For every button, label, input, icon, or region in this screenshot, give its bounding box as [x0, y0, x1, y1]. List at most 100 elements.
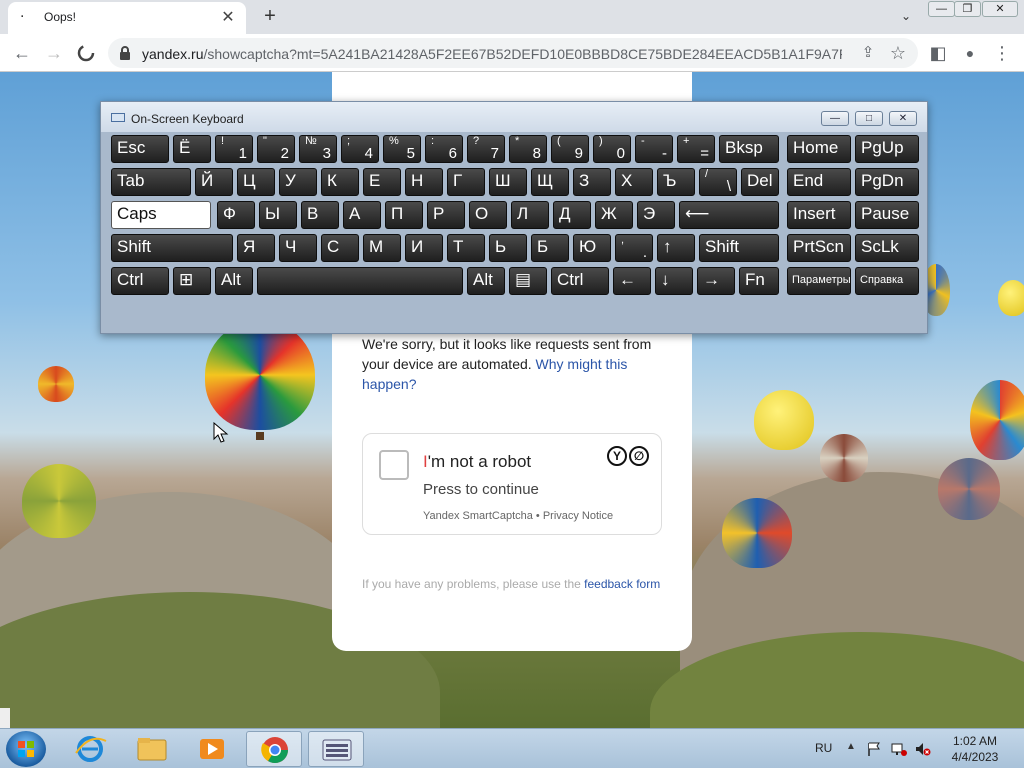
volume-muted-icon[interactable] — [914, 741, 932, 757]
osk-key-del[interactable]: Del — [741, 168, 779, 196]
taskbar-media-player-icon[interactable] — [184, 731, 240, 767]
osk-key-ь[interactable]: Ь — [489, 234, 527, 262]
osk-key-ю[interactable]: Ю — [573, 234, 611, 262]
osk-key-о[interactable]: О — [469, 201, 507, 229]
osk-key-bksp[interactable]: Bksp — [719, 135, 779, 163]
stop-loading-icon[interactable] — [74, 41, 98, 65]
back-arrow-icon[interactable]: ← — [10, 41, 34, 65]
osk-key-ш[interactable]: Ш — [489, 168, 527, 196]
osk-key-caps[interactable]: Caps — [111, 201, 211, 229]
osk-key-8[interactable]: * 8 — [509, 135, 547, 163]
osk-key-pgup[interactable]: PgUp — [855, 135, 919, 163]
chrome-menu-icon[interactable]: ⋮ — [990, 41, 1014, 65]
osk-key--[interactable]: ↓ — [655, 267, 693, 295]
osk-key-ж[interactable]: Ж — [595, 201, 633, 229]
osk-key--[interactable]: ⟵ — [679, 201, 779, 229]
osk-key-л[interactable]: Л — [511, 201, 549, 229]
osk-key--[interactable]: ← — [613, 267, 651, 295]
new-tab-button[interactable]: + — [258, 4, 282, 28]
osk-key--[interactable]: ,. — [615, 234, 653, 262]
osk-key-0[interactable]: ) 0 — [593, 135, 631, 163]
start-button[interactable] — [6, 731, 46, 767]
window-minimize-button[interactable]: — — [928, 1, 955, 17]
osk-key-2[interactable]: " 2 — [257, 135, 295, 163]
osk-key--[interactable]: → — [697, 267, 735, 295]
bookmark-star-icon[interactable]: ☆ — [886, 41, 910, 65]
osk-key-справка[interactable]: Справка — [855, 267, 919, 295]
osk-key-prtscn[interactable]: PrtScn — [787, 234, 851, 262]
osk-key-д[interactable]: Д — [553, 201, 591, 229]
osk-titlebar[interactable]: On-Screen Keyboard — □ ✕ — [101, 102, 927, 132]
osk-key--[interactable]: + = — [677, 135, 715, 163]
osk-key-щ[interactable]: Щ — [531, 168, 569, 196]
osk-key-4[interactable]: ; 4 — [341, 135, 379, 163]
forward-arrow-icon[interactable]: → — [42, 41, 66, 65]
osk-key-м[interactable]: М — [363, 234, 401, 262]
osk-key-параметры[interactable]: Параметры — [787, 267, 851, 295]
osk-key-ctrl[interactable]: Ctrl — [111, 267, 169, 295]
osk-key-shift[interactable]: Shift — [699, 234, 779, 262]
network-icon[interactable] — [890, 741, 908, 757]
osk-key-б[interactable]: Б — [531, 234, 569, 262]
osk-key-end[interactable]: End — [787, 168, 851, 196]
osk-key-ч[interactable]: Ч — [279, 234, 317, 262]
osk-key--[interactable]: ▤ — [509, 267, 547, 295]
osk-key-и[interactable]: И — [405, 234, 443, 262]
osk-key-insert[interactable]: Insert — [787, 201, 851, 229]
captcha-footer[interactable]: Yandex SmartCaptcha • Privacy Notice — [423, 510, 613, 522]
tab-search-icon[interactable]: ⌄ — [896, 6, 916, 26]
window-close-button[interactable]: ✕ — [982, 1, 1018, 17]
osk-key-ф[interactable]: Ф — [217, 201, 255, 229]
osk-key--[interactable]: -- — [635, 135, 673, 163]
osk-key-ц[interactable]: Ц — [237, 168, 275, 196]
osk-key-space[interactable] — [257, 267, 463, 295]
osk-key-п[interactable]: П — [385, 201, 423, 229]
osk-key-home[interactable]: Home — [787, 135, 851, 163]
osk-key-fn[interactable]: Fn — [739, 267, 779, 295]
osk-key-я[interactable]: Я — [237, 234, 275, 262]
osk-key-ё[interactable]: Ё — [173, 135, 211, 163]
osk-key--[interactable]: / \ — [699, 168, 737, 196]
taskbar-ie-icon[interactable] — [62, 731, 118, 767]
osk-key-9[interactable]: (9 — [551, 135, 589, 163]
tray-expand-icon[interactable]: ▲ — [846, 741, 856, 752]
osk-key-т[interactable]: Т — [447, 234, 485, 262]
tab-close-icon[interactable]: ✕ — [218, 8, 238, 28]
osk-key-х[interactable]: Х — [615, 168, 653, 196]
osk-minimize-button[interactable]: — — [821, 111, 849, 126]
side-panel-icon[interactable]: ◧ — [926, 41, 950, 65]
window-restore-button[interactable]: ❐ — [954, 1, 981, 17]
osk-key--[interactable]: ⊞ — [173, 267, 211, 295]
osk-key-а[interactable]: А — [343, 201, 381, 229]
osk-key-ъ[interactable]: Ъ — [657, 168, 695, 196]
osk-key-й[interactable]: Й — [195, 168, 233, 196]
osk-key-в[interactable]: В — [301, 201, 339, 229]
osk-key-alt[interactable]: Alt — [467, 267, 505, 295]
osk-key-ы[interactable]: Ы — [259, 201, 297, 229]
osk-key-7[interactable]: ? 7 — [467, 135, 505, 163]
osk-key-г[interactable]: Г — [447, 168, 485, 196]
osk-key-pgdn[interactable]: PgDn — [855, 168, 919, 196]
osk-key-esc[interactable]: Esc — [111, 135, 169, 163]
osk-key-5[interactable]: % 5 — [383, 135, 421, 163]
osk-key-ctrl[interactable]: Ctrl — [551, 267, 609, 295]
osk-key-pause[interactable]: Pause — [855, 201, 919, 229]
osk-close-button[interactable]: ✕ — [889, 111, 917, 126]
robot-checkbox[interactable] — [379, 450, 409, 480]
tab-oops[interactable]: . Oops! ✕ — [8, 2, 246, 34]
language-indicator[interactable]: RU — [815, 741, 832, 755]
action-center-flag-icon[interactable] — [866, 741, 882, 757]
osk-key-shift[interactable]: Shift — [111, 234, 233, 262]
taskbar-osk-icon[interactable] — [308, 731, 364, 767]
osk-key-tab[interactable]: Tab — [111, 168, 191, 196]
osk-key-1[interactable]: ! 1 — [215, 135, 253, 163]
taskbar-explorer-icon[interactable] — [124, 731, 180, 767]
osk-restore-button[interactable]: □ — [855, 111, 883, 126]
osk-key-3[interactable]: № 3 — [299, 135, 337, 163]
osk-key-э[interactable]: Э — [637, 201, 675, 229]
osk-key-с[interactable]: С — [321, 234, 359, 262]
profile-avatar-icon[interactable]: ● — [958, 41, 982, 65]
osk-key-к[interactable]: К — [321, 168, 359, 196]
osk-key-у[interactable]: У — [279, 168, 317, 196]
osk-key-р[interactable]: Р — [427, 201, 465, 229]
